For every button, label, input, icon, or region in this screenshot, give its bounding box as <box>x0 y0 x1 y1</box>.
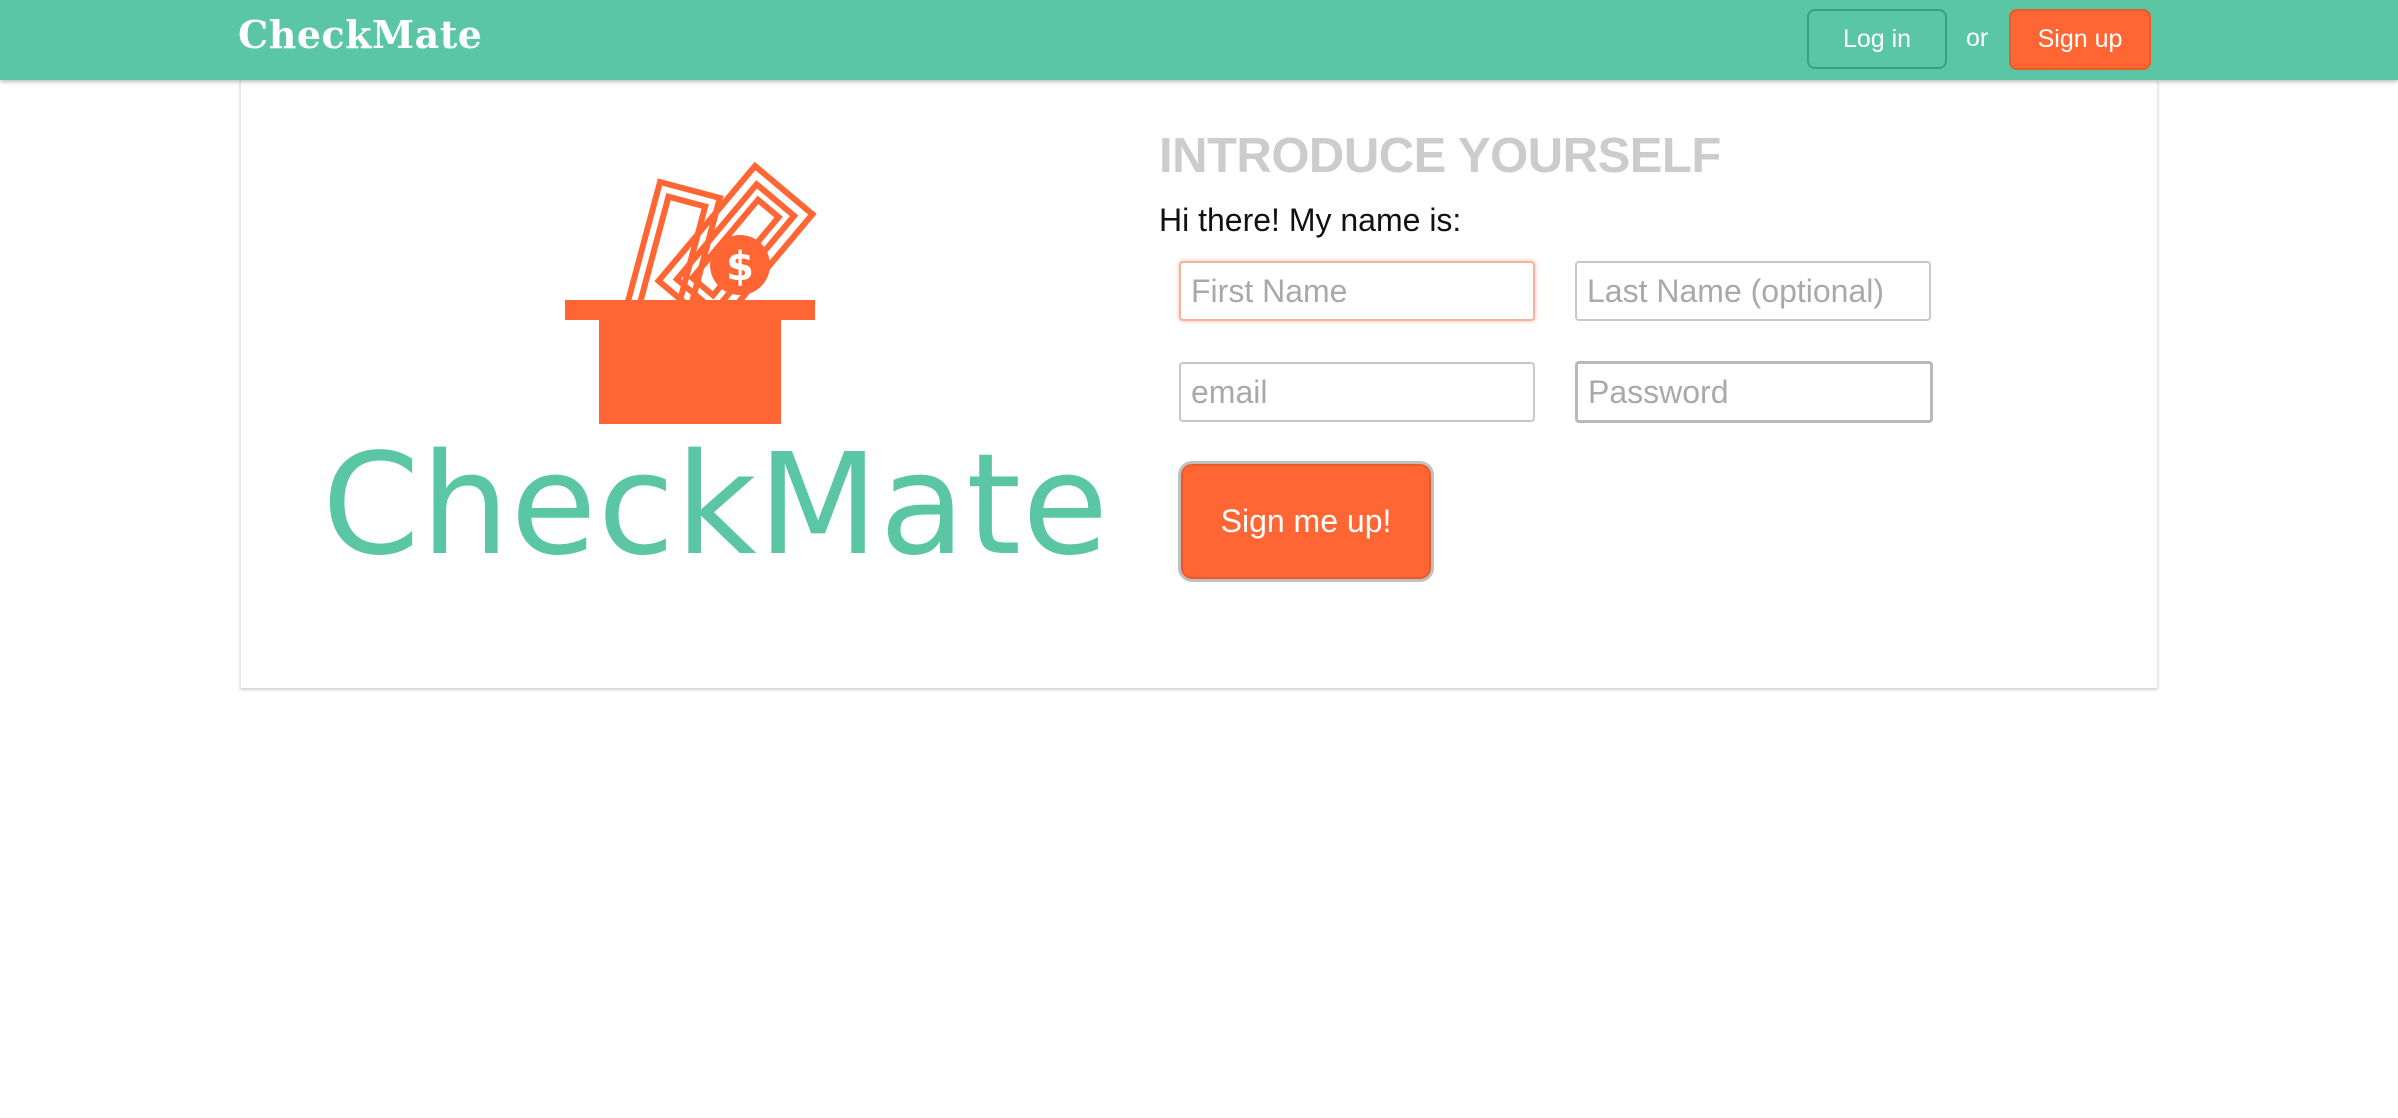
or-separator: or <box>1966 24 1989 52</box>
navbar-brand[interactable]: CheckMate <box>238 12 482 57</box>
sign-me-up-button[interactable]: Sign me up! <box>1178 461 1434 582</box>
password-input[interactable] <box>1575 361 1933 423</box>
login-button[interactable]: Log in <box>1807 9 1947 69</box>
svg-text:$: $ <box>726 244 754 290</box>
last-name-input[interactable] <box>1575 261 1931 321</box>
top-navbar: CheckMate Log in or Sign up <box>0 0 2398 80</box>
first-name-input[interactable] <box>1179 261 1535 321</box>
money-box-icon: $ <box>565 161 817 424</box>
checkmate-wordmark: CheckMate <box>322 424 1110 587</box>
form-heading: INTRODUCE YOURSELF <box>1159 129 1721 183</box>
signup-button[interactable]: Sign up <box>2009 9 2151 70</box>
email-input[interactable] <box>1179 362 1535 422</box>
form-intro: Hi there! My name is: <box>1159 202 1462 238</box>
